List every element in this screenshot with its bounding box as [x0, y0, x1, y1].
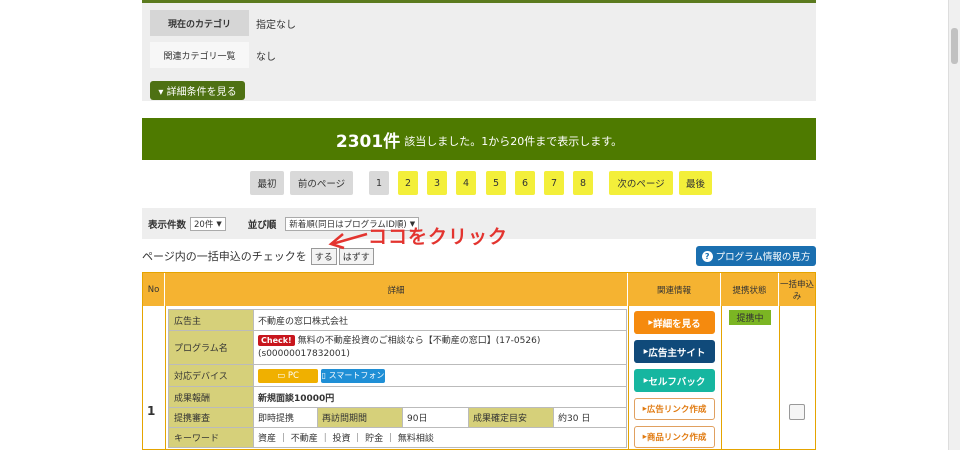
bulk-uncheck-button[interactable]: はずす — [338, 247, 374, 265]
smartphone-icon: ▯ — [321, 371, 329, 380]
current-category-row: 現在のカテゴリ 指定なし — [150, 10, 296, 36]
pc-device-badge: ▭ PC — [258, 368, 318, 383]
page-button-8[interactable]: 8 — [573, 171, 593, 195]
advertiser-site-label: 広告主サイト — [648, 347, 706, 359]
program-table: No 詳細 関連情報 提携状態 一括申込み 1 広告主 不動産の窓口株式会社 プ… — [142, 272, 816, 450]
ad-link-button[interactable]: ▸ 広告リンク作成 — [634, 398, 715, 420]
prev-page-button[interactable]: 前のページ — [290, 171, 353, 195]
smartphone-device-badge: ▯ スマートフォン — [321, 368, 385, 383]
header-related: 関連情報 — [628, 273, 721, 306]
header-detail: 詳細 — [165, 273, 628, 306]
view-detail-label: 詳細を見る — [653, 318, 701, 330]
advertiser-site-button[interactable]: ▸ 広告主サイト — [634, 340, 715, 363]
keyword-value: 資産 ｜ 不動産 ｜ 投資 ｜ 貯金 ｜ 無料相談 — [254, 428, 626, 447]
product-link-button[interactable]: ▸ 商品リンク作成 — [634, 426, 715, 448]
device-label: 対応デバイス — [169, 365, 254, 386]
how-to-read-program-info-button[interactable]: ? プログラム情報の見方 — [696, 246, 816, 266]
per-page-value: 20件 — [194, 219, 214, 230]
confirm-label: 成果確定目安 — [468, 408, 554, 427]
result-count: 2301件 — [335, 131, 401, 152]
detail-row-advertiser: 広告主 不動産の窓口株式会社 — [168, 309, 627, 331]
advertiser-label: 広告主 — [169, 310, 254, 330]
per-page-select[interactable]: 20件 ▼ — [190, 216, 226, 231]
monitor-icon: ▭ — [277, 370, 288, 381]
program-id: (s00000017832001) — [258, 349, 350, 359]
selfback-label: セルフバック — [648, 376, 706, 388]
page-button-4[interactable]: 4 — [456, 171, 476, 195]
result-banner: 2301件 該当しました。1から20件まで表示します。 — [142, 118, 816, 160]
per-page-label: 表示件数 — [148, 219, 187, 231]
revisit-value: 90日 — [407, 414, 428, 424]
program-detail-table: 広告主 不動産の窓口株式会社 プログラム名 Check! 無料の不動産投資のご相談… — [168, 309, 627, 448]
row-number: 1 — [147, 404, 156, 418]
bulk-apply-checkbox[interactable] — [789, 404, 805, 420]
page-button-6[interactable]: 6 — [515, 171, 535, 195]
detail-row-device: 対応デバイス ▭ PC ▯ スマートフォン — [168, 365, 627, 387]
question-icon: ? — [701, 250, 713, 262]
related-info-buttons: ▸ 詳細を見る ▸ 広告主サイト ▸ セルフバック ▸ 広告リンク作成 ▸ 商品リンク作成 — [634, 311, 716, 450]
page-button-5[interactable]: 5 — [486, 171, 506, 195]
program-value-cell: Check! 無料の不動産投資のご相談なら【不動産の窓口】(17-0526) (s… — [254, 331, 626, 364]
reward-value: 新規面談10000円 — [254, 387, 626, 407]
bulk-check-button[interactable]: する — [310, 247, 337, 265]
table-row: 1 広告主 不動産の窓口株式会社 プログラム名 Check! 無料の不動産投資のご… — [143, 306, 815, 450]
detail-row-program: プログラム名 Check! 無料の不動産投資のご相談なら【不動産の窓口】(17-0… — [168, 331, 627, 365]
annotation-text: ココをクリック — [368, 226, 509, 248]
header-status: 提携状態 — [721, 273, 779, 306]
filter-panel: 現在のカテゴリ 指定なし 関連カテゴリ一覧 なし ▾ 詳細条件を見る — [142, 0, 816, 101]
confirm-value: 約30 日 — [558, 414, 591, 424]
annotation-arrow-icon — [328, 232, 368, 250]
scrollbar-thumb[interactable] — [951, 28, 958, 64]
revisit-label: 再訪問期間 — [317, 408, 403, 427]
header-no: No — [143, 273, 165, 306]
related-category-value: なし — [256, 51, 276, 63]
vertical-scrollbar[interactable] — [948, 0, 960, 450]
current-category-value: 指定なし — [256, 19, 296, 31]
review-value: 即時提携 — [258, 414, 295, 424]
sp-label: スマートフォン — [328, 371, 385, 380]
table-header: No 詳細 関連情報 提携状態 一括申込み — [143, 273, 815, 306]
dropdown-arrow-icon: ▼ — [216, 219, 222, 228]
related-category-label: 関連カテゴリ一覧 — [150, 42, 249, 68]
detail-row-reward: 成果報酬 新規面談10000円 — [168, 387, 627, 408]
detail-row-review: 提携審査 即時提携 再訪問期間 90日 成果確定目安 約30 日 — [168, 408, 627, 428]
page-button-7[interactable]: 7 — [544, 171, 564, 195]
pc-label: PC — [287, 370, 299, 381]
column-divider — [165, 306, 166, 450]
column-divider — [628, 306, 629, 450]
status-badge: 提携中 — [729, 310, 771, 325]
current-category-label: 現在のカテゴリ — [150, 10, 249, 36]
detail-row-keyword: キーワード 資産 ｜ 不動産 ｜ 投資 ｜ 貯金 ｜ 無料相談 — [168, 428, 627, 448]
main-content: 現在のカテゴリ 指定なし 関連カテゴリ一覧 なし ▾ 詳細条件を見る 2301件… — [142, 0, 816, 450]
program-label: プログラム名 — [169, 331, 254, 364]
product-link-label: 商品リンク作成 — [646, 433, 707, 443]
program-name[interactable]: 無料の不動産投資のご相談なら【不動産の窓口】(17-0526) — [298, 336, 541, 346]
bulk-apply-text: ページ内の一括申込のチェックを — [142, 250, 307, 263]
column-divider — [721, 306, 722, 450]
selfback-button[interactable]: ▸ セルフバック — [634, 369, 715, 392]
show-detail-conditions-button[interactable]: ▾ 詳細条件を見る — [150, 81, 245, 100]
page-button-1[interactable]: 1 — [369, 171, 389, 195]
header-bulk: 一括申込み — [779, 279, 814, 302]
keyword-label: キーワード — [169, 428, 254, 447]
result-text: 該当しました。1から20件まで表示します。 — [404, 134, 623, 148]
next-page-button[interactable]: 次のページ — [609, 171, 673, 195]
last-page-button[interactable]: 最後 — [679, 171, 712, 195]
reward-label: 成果報酬 — [169, 387, 254, 407]
check-badge: Check! — [258, 335, 295, 346]
how-button-label: プログラム情報の見方 — [715, 252, 811, 263]
page-button-2[interactable]: 2 — [398, 171, 418, 195]
sort-order-label: 並び順 — [247, 219, 277, 231]
page-button-3[interactable]: 3 — [427, 171, 447, 195]
device-value: ▭ PC ▯ スマートフォン — [254, 365, 626, 386]
view-detail-button[interactable]: ▸ 詳細を見る — [634, 311, 715, 334]
ad-link-label: 広告リンク作成 — [646, 405, 707, 415]
related-category-row: 関連カテゴリ一覧 なし — [150, 42, 276, 68]
review-subrow: 即時提携 再訪問期間 90日 成果確定目安 約30 日 — [254, 408, 626, 427]
review-label: 提携審査 — [169, 408, 254, 427]
column-divider — [779, 306, 780, 450]
first-page-button[interactable]: 最初 — [250, 171, 284, 195]
advertiser-value: 不動産の窓口株式会社 — [254, 310, 626, 330]
pagination: 最初 前のページ 1 2 3 4 5 6 7 8 次のページ 最後 — [142, 171, 816, 195]
